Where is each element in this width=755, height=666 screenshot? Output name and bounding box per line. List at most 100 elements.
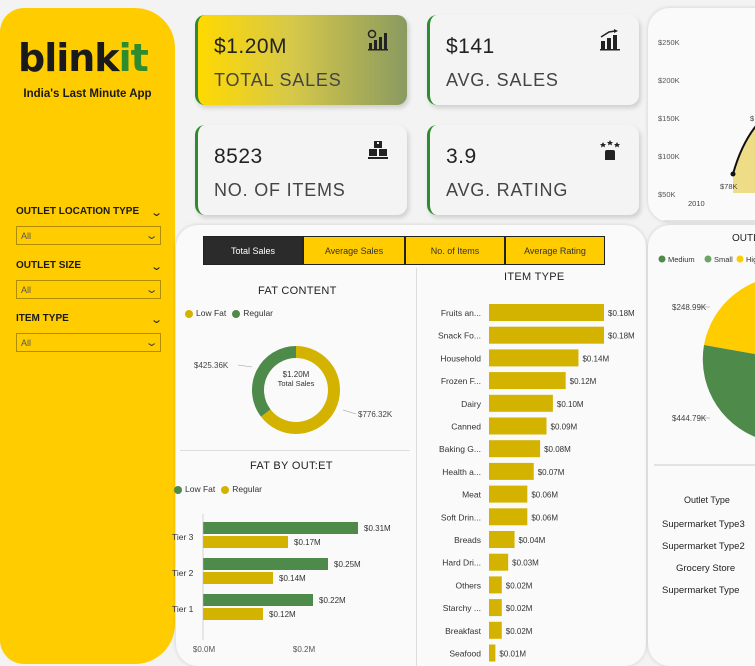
data-label: $0.12M (269, 610, 296, 619)
bar[interactable] (489, 349, 579, 367)
bar-regular[interactable] (203, 536, 288, 548)
y-tick-label: $200K (658, 76, 680, 85)
data-label-low-fat: $776.32K (358, 410, 393, 419)
category-label: Household (440, 353, 481, 363)
tab-total-sales[interactable]: Total Sales (203, 236, 303, 265)
bar[interactable] (489, 440, 541, 458)
fat-content-legend: Low Fat Regular (185, 308, 273, 318)
data-label: $0.08M (544, 445, 571, 454)
kpi-value: $1.20M (214, 35, 288, 58)
filter-item-type: ITEM TYPE ⌄ All ⌄ (16, 313, 163, 352)
bar[interactable] (489, 531, 515, 548)
legend-item-small: Small (714, 255, 733, 264)
bar[interactable] (489, 576, 502, 594)
table-row[interactable]: Grocery Store (676, 563, 735, 574)
bar-low-fat[interactable] (203, 522, 358, 534)
kpi-value: 3.9 (446, 145, 477, 168)
tab-no-of-items[interactable]: No. of Items (405, 236, 505, 265)
table-row[interactable]: Supermarket Type (662, 585, 739, 596)
fat-content-donut-chart: $1.20M Total Sales $425.36K $776.32K (194, 346, 393, 434)
legend-item-high: Hig (746, 255, 755, 264)
kpi-value: 8523 (214, 145, 263, 168)
bar[interactable] (489, 644, 496, 662)
category-label: Health a... (442, 467, 481, 477)
chevron-down-icon: ⌄ (144, 284, 159, 296)
bar[interactable] (489, 599, 502, 617)
legend-item-low-fat: Low Fat (174, 484, 215, 494)
data-label: $0.25M (334, 560, 361, 569)
donut-center-value: $1.20M (283, 370, 310, 379)
bar[interactable] (489, 304, 604, 321)
bar-regular[interactable] (203, 572, 273, 584)
bar-low-fat[interactable] (203, 594, 313, 606)
data-label: $0.12M (570, 377, 597, 386)
legend-swatch (185, 309, 193, 318)
legend-item-regular: Regular (221, 484, 262, 494)
fat-by-outlet-legend: Low Fat Regular (174, 484, 262, 494)
blinkit-logo: blinkit (18, 36, 149, 80)
data-label: $0.02M (506, 604, 533, 613)
tab-average-rating[interactable]: Average Rating (505, 236, 605, 265)
bar-low-fat[interactable] (203, 558, 328, 570)
category-label: Seafood (449, 649, 481, 659)
category-label: Hard Dri... (442, 558, 481, 568)
y-tick-label: $150K (658, 114, 680, 123)
category-label: Snack Fo... (438, 331, 481, 341)
kpi-label: AVG. SALES (446, 70, 559, 90)
data-label: $0.02M (506, 581, 533, 590)
bar-growth-icon (600, 29, 620, 51)
chevron-down-icon[interactable]: ⌄ (150, 313, 163, 327)
bar-regular[interactable] (203, 608, 263, 620)
category-label: Dairy (461, 399, 482, 409)
outlet-location-select[interactable]: All ⌄ (16, 226, 161, 245)
legend-swatch (221, 485, 230, 494)
category-label: Canned (451, 422, 481, 432)
data-label: $0.06M (531, 491, 558, 500)
rating-hand-icon (600, 140, 620, 160)
chevron-down-icon[interactable]: ⌄ (150, 206, 163, 220)
outlet-size-select[interactable]: All ⌄ (16, 280, 161, 299)
tab-average-sales[interactable]: Average Sales (303, 236, 405, 265)
bar[interactable] (489, 326, 604, 344)
table-header: Outlet Type (684, 495, 730, 505)
data-label: $0.04M (519, 536, 546, 545)
bar[interactable] (489, 394, 553, 412)
panel-divider (416, 268, 417, 666)
category-label: Fruits an... (441, 308, 481, 318)
chevron-down-icon[interactable]: ⌄ (150, 260, 163, 274)
bar[interactable] (489, 417, 547, 435)
kpi-label: AVG. RATING (446, 180, 569, 200)
bar[interactable] (489, 621, 502, 639)
kpi-number-of-items: 8523 NO. OF ITEMS (195, 125, 407, 215)
filter-outlet-location-type: OUTLET LOCATION TYPE ⌄ All ⌄ (16, 206, 163, 245)
legend-swatch (232, 309, 241, 318)
category-label: Tier 3 (172, 532, 194, 542)
table-row[interactable]: Supermarket Type2 (662, 541, 745, 552)
category-label: Starchy ... (443, 603, 481, 613)
filter-title: ITEM TYPE (16, 313, 69, 324)
kpi-avg-sales: $141 AVG. SALES (427, 15, 639, 105)
data-label: $0.18M (608, 332, 635, 341)
outlet-establishment-panel: $250K $200K $150K $100K $50K $78K 2010 $ (648, 8, 755, 222)
fat-by-outlet-title: FAT BY OUT:ET (250, 460, 333, 472)
bar[interactable] (489, 372, 566, 390)
y-tick-label: $100K (658, 152, 680, 161)
x-tick-label: 2010 (688, 199, 705, 208)
data-label: $248.99K (672, 303, 707, 312)
bar[interactable] (489, 508, 528, 526)
item-type-select[interactable]: All ⌄ (16, 333, 161, 352)
bar[interactable] (489, 485, 528, 503)
kpi-total-sales: $1.20M TOTAL SALES (195, 15, 407, 105)
data-label: $0.01M (499, 650, 526, 659)
bar[interactable] (489, 462, 534, 480)
kpi-value: $141 (446, 35, 495, 58)
chevron-down-icon: ⌄ (144, 230, 159, 242)
filter-title: OUTLET LOCATION TYPE (16, 206, 140, 217)
item-type-bar-chart: Fruits an... $0.18M Snack Fo... $0.18M House… (438, 304, 635, 662)
data-label: $444.79K (672, 414, 707, 423)
chevron-down-icon: ⌄ (144, 337, 159, 349)
data-label: $0.10M (557, 400, 584, 409)
table-row[interactable]: Supermarket Type3 (662, 519, 745, 530)
bar[interactable] (489, 553, 509, 571)
data-label: $0.06M (531, 513, 558, 522)
